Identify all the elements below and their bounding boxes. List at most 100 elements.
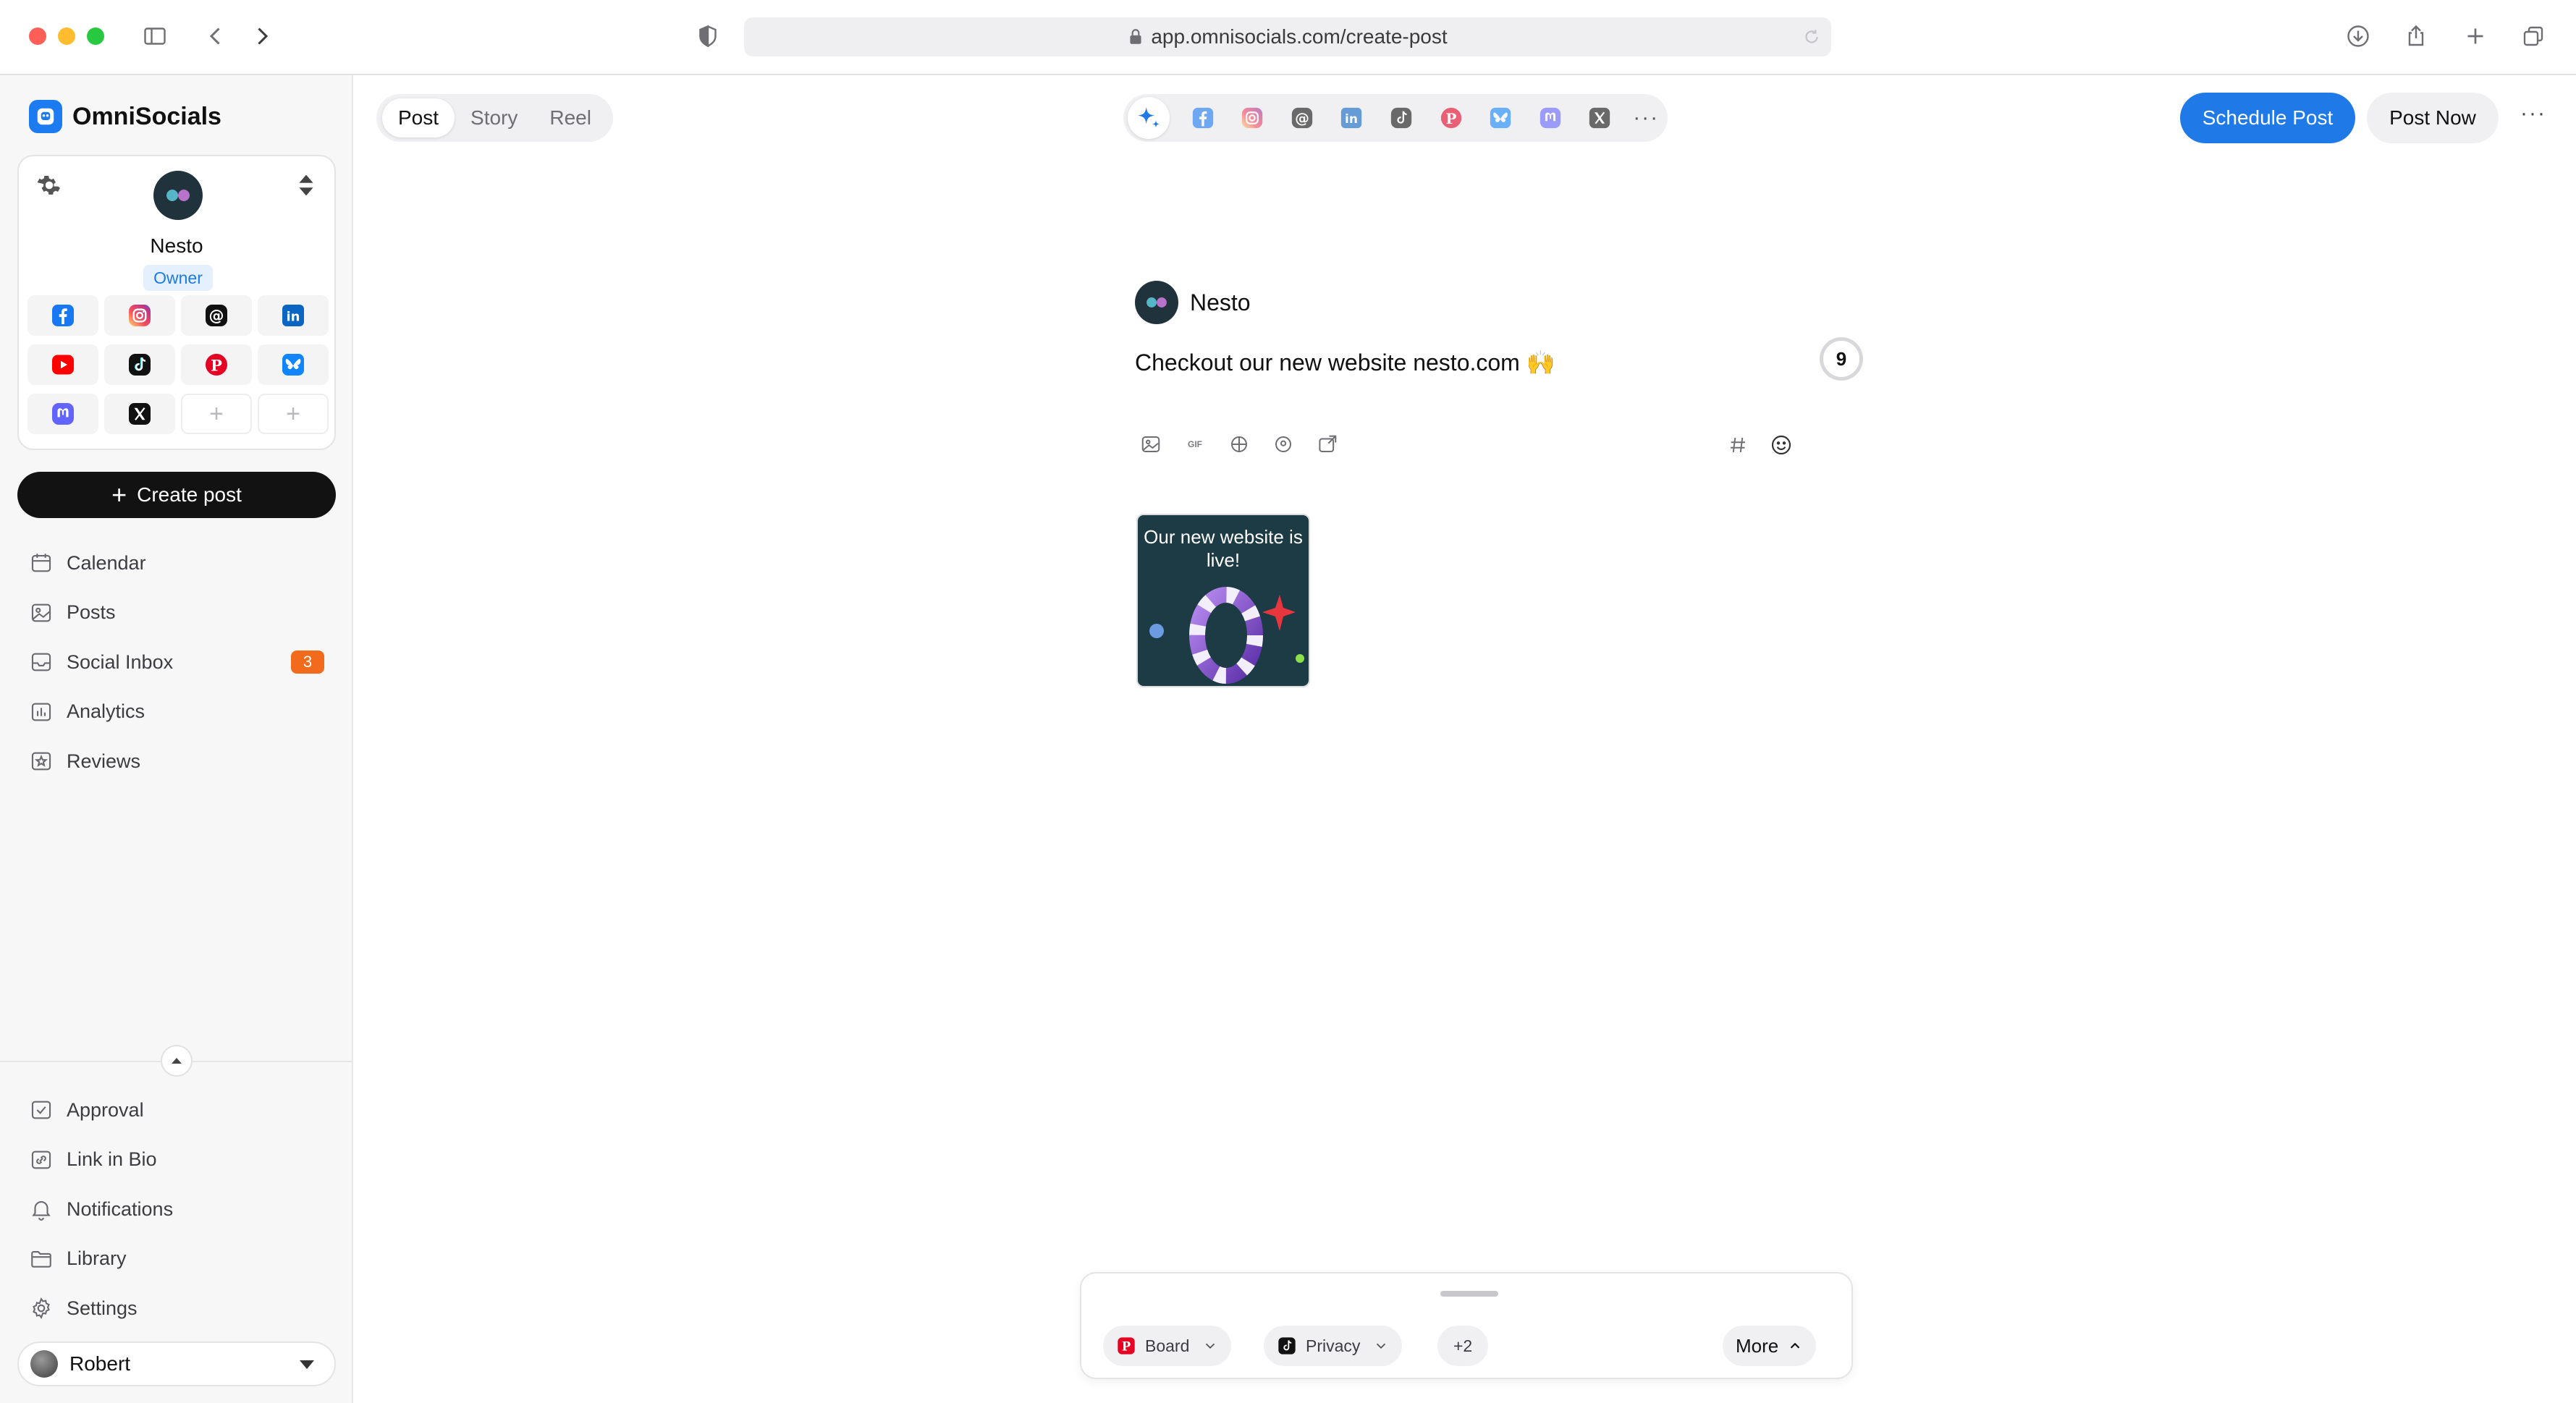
more-networks-icon[interactable]: ···: [1624, 106, 1668, 130]
chart-icon: [31, 703, 51, 721]
threads-icon[interactable]: @: [1278, 106, 1327, 130]
forward-icon[interactable]: [248, 22, 276, 51]
tab-overview-icon[interactable]: [2519, 22, 2548, 51]
post-text-editor[interactable]: Checkout our new website nesto.com 🙌: [1135, 349, 1555, 376]
more-options-icon[interactable]: ···: [2516, 101, 2551, 133]
chevron-down-icon: [1377, 1343, 1386, 1349]
instagram-icon[interactable]: [1228, 106, 1278, 130]
image-icon[interactable]: [1139, 433, 1162, 456]
instagram-icon[interactable]: [104, 295, 175, 336]
youtube-icon[interactable]: [28, 344, 98, 385]
new-tab-icon[interactable]: [2461, 22, 2490, 51]
sidebar-item-approval[interactable]: Approval: [29, 1085, 333, 1135]
user-name: Robert: [69, 1352, 131, 1375]
sidebar-item-notifications[interactable]: Notifications: [29, 1184, 333, 1234]
tiktok-icon: [1277, 1336, 1297, 1356]
sidebar-item-label: Notifications: [67, 1198, 174, 1220]
unread-count-badge: 3: [291, 650, 324, 674]
url-text: app.omnisocials.com/create-post: [1151, 25, 1448, 48]
character-count: 9: [1820, 337, 1863, 381]
post-now-button[interactable]: Post Now: [2367, 93, 2499, 143]
facebook-icon[interactable]: [28, 295, 98, 336]
add-network-button[interactable]: +: [258, 394, 329, 434]
tiktok-icon[interactable]: [1377, 106, 1427, 130]
bluesky-icon[interactable]: [258, 344, 329, 385]
drag-handle[interactable]: [1440, 1291, 1498, 1297]
bluesky-icon[interactable]: [1476, 106, 1526, 130]
share-link-icon[interactable]: [1316, 433, 1339, 456]
attached-media-thumbnail[interactable]: Our new website is live!: [1136, 514, 1310, 687]
linkedin-icon[interactable]: in: [1327, 106, 1377, 130]
download-icon[interactable]: [2344, 22, 2373, 51]
location-icon[interactable]: [1272, 433, 1295, 456]
svg-text:in: in: [1346, 112, 1359, 127]
collapse-nav-button[interactable]: [161, 1045, 193, 1077]
svg-text:P: P: [1445, 110, 1456, 127]
canva-icon[interactable]: [1228, 433, 1251, 456]
sidebar-item-label: Social Inbox: [67, 650, 174, 673]
emoji-icon[interactable]: [1769, 433, 1794, 457]
sidebar-item-posts[interactable]: Posts: [29, 588, 333, 638]
more-options-button[interactable]: More: [1723, 1326, 1817, 1366]
zoom-window-button[interactable]: [87, 27, 104, 45]
sidebar-item-link-in-bio[interactable]: Link in Bio: [29, 1135, 333, 1185]
sort-arrows-icon[interactable]: [297, 174, 316, 197]
user-menu[interactable]: Robert: [17, 1341, 336, 1386]
tab-reel[interactable]: Reel: [533, 98, 607, 137]
create-post-button[interactable]: + Create post: [17, 472, 336, 518]
share-icon[interactable]: [2402, 22, 2431, 51]
avatar: [1135, 281, 1178, 324]
address-bar[interactable]: app.omnisocials.com/create-post: [744, 17, 1831, 56]
network-selector: @ in P ···: [1123, 94, 1668, 142]
sidebar-item-analytics[interactable]: Analytics: [29, 687, 333, 737]
pinterest-icon[interactable]: P: [181, 344, 252, 385]
reload-icon[interactable]: [1802, 27, 1821, 46]
pinterest-icon: P: [1116, 1336, 1136, 1356]
tiktok-icon[interactable]: [104, 344, 175, 385]
role-badge: Owner: [143, 265, 213, 291]
back-icon[interactable]: [201, 22, 230, 51]
post-options-panel: P Board Privacy +2 More: [1080, 1272, 1853, 1379]
schedule-post-button[interactable]: Schedule Post: [2180, 93, 2355, 143]
sidebar-item-label: Approval: [67, 1098, 144, 1121]
shield-icon[interactable]: [693, 22, 722, 51]
facebook-icon[interactable]: [1178, 106, 1228, 130]
sidebar-toggle-icon[interactable]: [140, 22, 169, 51]
link-icon: [31, 1150, 51, 1169]
sidebar-item-library[interactable]: Library: [29, 1234, 333, 1284]
image-icon: [31, 603, 51, 622]
ai-assist-button[interactable]: [1128, 97, 1170, 139]
connected-networks: @ in P + +: [28, 295, 329, 434]
sidebar-item-reviews[interactable]: Reviews: [29, 737, 333, 787]
minimize-window-button[interactable]: [58, 27, 75, 45]
sidebar-item-label: Library: [67, 1247, 127, 1270]
gif-icon[interactable]: GIF: [1183, 433, 1207, 456]
extra-count-label: +2: [1453, 1336, 1473, 1355]
sidebar-item-social-inbox[interactable]: Social Inbox 3: [29, 637, 333, 687]
x-icon[interactable]: [1575, 106, 1625, 130]
x-icon[interactable]: [104, 394, 175, 434]
sidebar-item-settings[interactable]: Settings: [29, 1284, 333, 1334]
threads-icon[interactable]: @: [181, 295, 252, 336]
linkedin-icon[interactable]: in: [258, 295, 329, 336]
sidebar-item-calendar[interactable]: Calendar: [29, 538, 333, 588]
mastodon-icon[interactable]: [1525, 106, 1575, 130]
pinterest-board-select[interactable]: P Board: [1103, 1326, 1232, 1366]
mastodon-icon[interactable]: [28, 394, 98, 434]
chevron-up-icon: [172, 1058, 182, 1064]
gear-icon[interactable]: [36, 172, 62, 198]
sparkle-icon: [1137, 107, 1160, 128]
calendar-icon: [31, 554, 51, 572]
hashtag-icon[interactable]: [1726, 433, 1750, 457]
close-window-button[interactable]: [29, 27, 46, 45]
tab-post[interactable]: Post: [382, 98, 455, 137]
brand[interactable]: OmniSocials: [29, 100, 221, 133]
tiktok-privacy-select[interactable]: Privacy: [1264, 1326, 1403, 1366]
privacy-label: Privacy: [1306, 1336, 1361, 1355]
add-network-button[interactable]: +: [181, 394, 252, 434]
more-options-count[interactable]: +2: [1437, 1326, 1489, 1366]
tab-story[interactable]: Story: [455, 98, 533, 137]
pinterest-icon[interactable]: P: [1426, 106, 1476, 130]
sidebar: OmniSocials Nesto Owner @ in P + + + Cre…: [0, 75, 353, 1403]
avatar: [30, 1350, 58, 1378]
